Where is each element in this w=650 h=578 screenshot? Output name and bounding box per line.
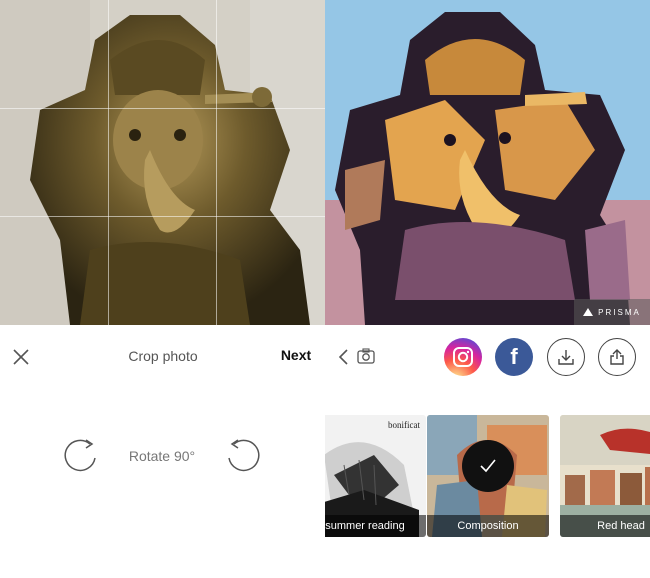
download-button[interactable] (547, 338, 585, 376)
result-panel: PRISMA f bonificat summer reading Compos… (325, 0, 650, 578)
filter-brand-text: bonificat (388, 420, 420, 430)
statue-photo-image (0, 0, 325, 325)
grid-line-horizontal-2 (0, 216, 325, 217)
rotate-90-button[interactable]: Rotate 90° (110, 448, 214, 464)
crop-photo-title: Crop photo (128, 348, 198, 364)
download-icon (558, 350, 574, 365)
filter-label: Composition (427, 515, 549, 537)
filter-label: Red head (560, 515, 650, 537)
prisma-watermark-text: PRISMA (598, 307, 641, 317)
share-facebook-button[interactable]: f (495, 338, 533, 376)
selected-check (462, 440, 514, 492)
filter-composition[interactable]: Composition (427, 415, 549, 537)
grid-line-vertical-2 (216, 0, 217, 325)
filter-label: summer reading (325, 515, 426, 537)
grid-line-horizontal-1 (0, 108, 325, 109)
stylized-statue-image (325, 0, 650, 325)
grid-line-vertical-1 (108, 0, 109, 325)
filter-red-head[interactable]: Red head (560, 415, 650, 537)
filter-summer-reading[interactable]: bonificat summer reading (325, 415, 426, 537)
next-button[interactable]: Next (270, 347, 322, 363)
prisma-watermark: PRISMA (574, 299, 650, 325)
app-root: Crop photo Next Rotate 90° PRISMA f boni… (0, 0, 650, 578)
camera-icon[interactable] (357, 348, 375, 364)
close-icon[interactable] (10, 346, 32, 368)
share-icon (610, 349, 624, 365)
share-button[interactable] (598, 338, 636, 376)
checkmark-icon (480, 459, 496, 473)
share-instagram-button[interactable] (444, 338, 482, 376)
crop-photo[interactable] (0, 0, 325, 325)
stylized-artwork: PRISMA (325, 0, 650, 325)
chevron-left-icon[interactable] (337, 347, 351, 367)
rotate-right-icon[interactable] (224, 436, 260, 476)
filter-strip[interactable]: bonificat summer reading Composition Red… (325, 415, 650, 537)
rotate-left-icon[interactable] (64, 436, 100, 476)
crop-panel: Crop photo Next Rotate 90° (0, 0, 325, 578)
instagram-icon (453, 347, 473, 367)
prisma-logo-icon (583, 308, 594, 316)
facebook-icon: f (510, 344, 518, 369)
